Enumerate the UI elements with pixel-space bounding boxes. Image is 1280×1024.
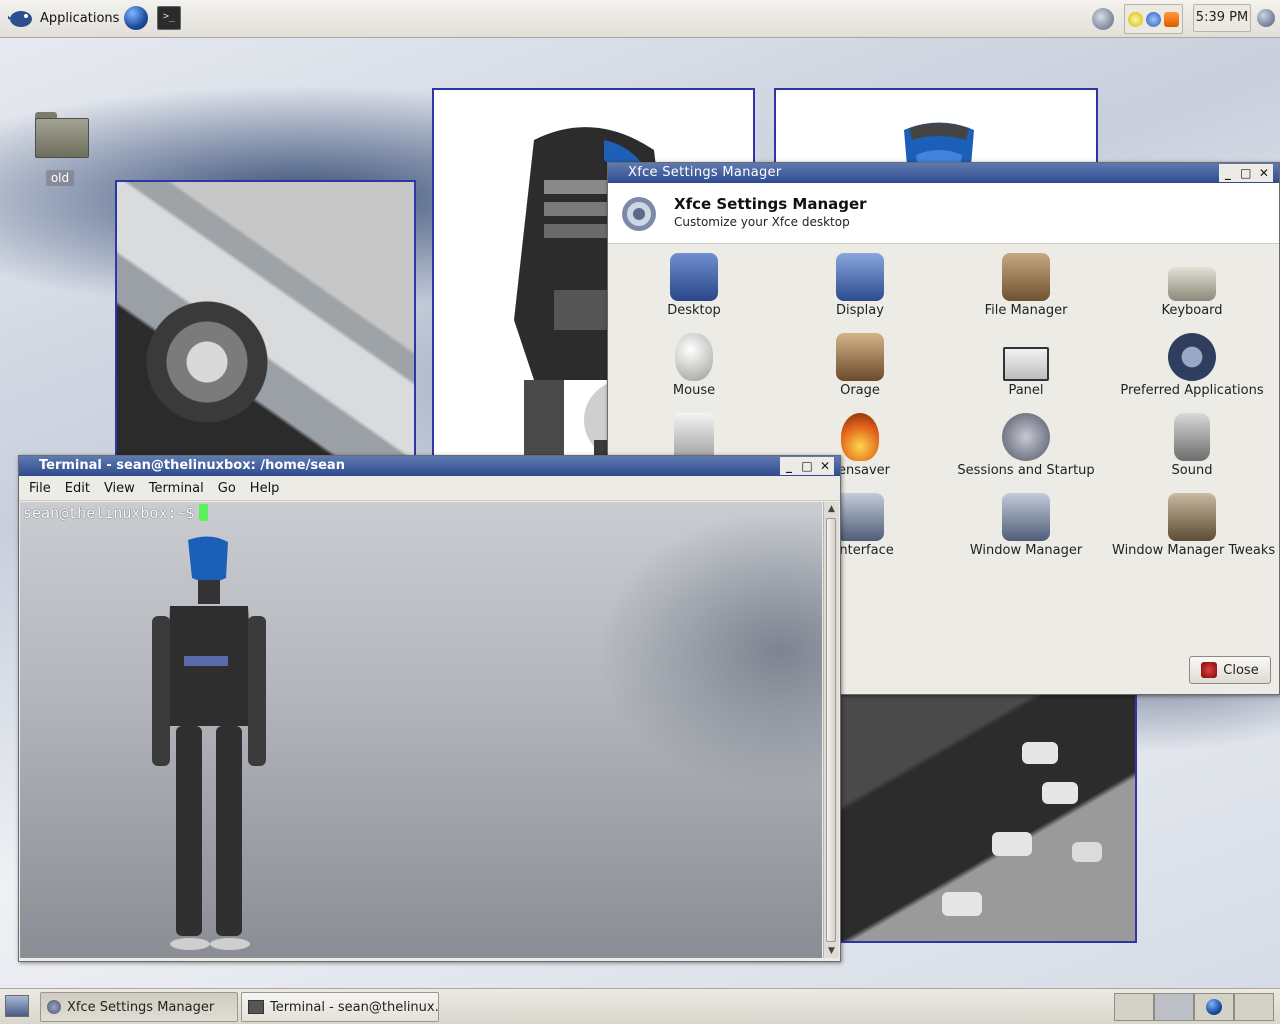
gear-icon (47, 1000, 61, 1014)
clock[interactable]: 5:39 PM (1193, 4, 1251, 32)
sessions-icon (1002, 413, 1050, 461)
settings-item-mouse[interactable]: Mouse (614, 333, 774, 398)
folder-icon (33, 108, 89, 158)
settings-item-keyboard[interactable]: Keyboard (1112, 253, 1272, 318)
sound-icon (1174, 413, 1210, 461)
minimize-button[interactable]: _ (782, 457, 796, 475)
panel-icon (1003, 347, 1049, 381)
xfce-mouse-icon (5, 7, 34, 29)
settings-header: Xfce Settings Manager Customize your Xfc… (608, 183, 1279, 244)
menu-file[interactable]: File (22, 481, 58, 496)
scroll-down-icon[interactable]: ▼ (824, 944, 839, 958)
quit-icon[interactable] (1257, 9, 1275, 27)
close-window-button[interactable]: ✕ (818, 457, 832, 475)
terminal-output[interactable]: sean@thelinuxbox:~$ (20, 502, 822, 958)
settings-item-panel[interactable]: Panel (946, 333, 1106, 398)
printer-icon (674, 413, 714, 461)
workspace-4[interactable] (1234, 993, 1274, 1021)
settings-item-file-manager[interactable]: File Manager (946, 253, 1106, 318)
calendar-icon (836, 333, 884, 381)
screensaver-icon (841, 413, 879, 461)
settings-titlebar[interactable]: Xfce Settings Manager _ □ ✕ (608, 163, 1279, 183)
bottom-panel: Xfce Settings Manager Terminal - sean@th… (0, 988, 1280, 1024)
keyboard-icon (1168, 267, 1216, 301)
applications-label: Applications (40, 10, 120, 26)
settings-item-window-manager[interactable]: Window Manager (946, 493, 1106, 558)
menu-edit[interactable]: Edit (58, 481, 97, 496)
desktop-folder-old[interactable]: old (30, 108, 90, 186)
robot-hand-illustration (942, 742, 1102, 916)
settings-item-wm-tweaks[interactable]: Window Manager Tweaks (1112, 493, 1275, 558)
show-desktop-icon[interactable] (5, 995, 29, 1017)
desktop-settings-icon (670, 253, 718, 301)
terminal-menubar: File Edit View Terminal Go Help (19, 476, 840, 501)
wm-tweaks-icon (1168, 493, 1216, 541)
taskbar-settings-manager[interactable]: Xfce Settings Manager (40, 992, 238, 1022)
terminal-scrollbar[interactable]: ▲ ▼ (823, 502, 839, 958)
terminal-icon (248, 1000, 264, 1014)
workspace-pager (1114, 993, 1278, 1021)
settings-item-desktop[interactable]: Desktop (614, 253, 774, 318)
close-button-label: Close (1223, 662, 1259, 678)
globe-icon (1206, 999, 1222, 1015)
settings-header-subtitle: Customize your Xfce desktop (674, 215, 850, 229)
close-button[interactable]: Close (1189, 656, 1271, 684)
robot-figure-illustration (152, 536, 266, 950)
minimize-button[interactable]: _ (1221, 164, 1235, 182)
workspace-1[interactable] (1114, 993, 1154, 1021)
scroll-up-icon[interactable]: ▲ (824, 502, 839, 516)
desktop-folder-label: old (45, 170, 75, 186)
taskbar-terminal[interactable]: Terminal - sean@thelinux... (241, 992, 439, 1022)
file-manager-icon (1002, 253, 1050, 301)
globe-icon[interactable] (124, 6, 148, 30)
gear-icon (1168, 333, 1216, 381)
settings-item-orage[interactable]: Orage (780, 333, 940, 398)
terminal-titlebar[interactable]: Terminal - sean@thelinuxbox: /home/sean … (19, 456, 840, 476)
close-window-button[interactable]: ✕ (1257, 164, 1271, 182)
window-manager-icon (1002, 493, 1050, 541)
lightbulb-icon[interactable] (1128, 11, 1143, 27)
settings-header-title: Xfce Settings Manager (674, 195, 867, 213)
menu-help[interactable]: Help (243, 481, 287, 496)
settings-item-display[interactable]: Display (780, 253, 940, 318)
maximize-button[interactable]: □ (1239, 164, 1253, 182)
system-tray (1124, 4, 1183, 34)
terminal-icon[interactable]: >_ (157, 6, 181, 30)
menu-terminal[interactable]: Terminal (142, 481, 211, 496)
terminal-cursor (198, 504, 208, 521)
top-panel: Applications >_ 5:39 PM (0, 0, 1280, 38)
gear-icon (622, 197, 656, 231)
menu-view[interactable]: View (97, 481, 142, 496)
network-icon[interactable] (1092, 4, 1114, 34)
scrollbar-thumb[interactable] (826, 518, 836, 942)
user-interface-icon (836, 493, 884, 541)
rss-icon[interactable] (1164, 11, 1179, 27)
update-icon[interactable] (1146, 11, 1161, 27)
mouse-icon (675, 333, 713, 381)
workspace-3[interactable] (1194, 993, 1234, 1021)
settings-item-preferred-applications[interactable]: Preferred Applications (1112, 333, 1272, 398)
terminal-prompt: sean@thelinuxbox:~$ (23, 504, 208, 522)
close-icon (1201, 662, 1218, 678)
workspace-2[interactable] (1154, 993, 1194, 1021)
settings-window-title: Xfce Settings Manager (628, 165, 782, 180)
settings-item-sessions-startup[interactable]: Sessions and Startup (946, 413, 1106, 478)
maximize-button[interactable]: □ (800, 457, 814, 475)
menu-go[interactable]: Go (211, 481, 243, 496)
terminal-window: Terminal - sean@thelinuxbox: /home/sean … (18, 455, 841, 962)
wallpaper-arm-picture (115, 180, 416, 487)
terminal-window-title: Terminal - sean@thelinuxbox: /home/sean (39, 458, 345, 473)
display-icon (836, 253, 884, 301)
applications-menu-button[interactable]: Applications (4, 5, 123, 31)
settings-item-sound[interactable]: Sound (1112, 413, 1272, 478)
